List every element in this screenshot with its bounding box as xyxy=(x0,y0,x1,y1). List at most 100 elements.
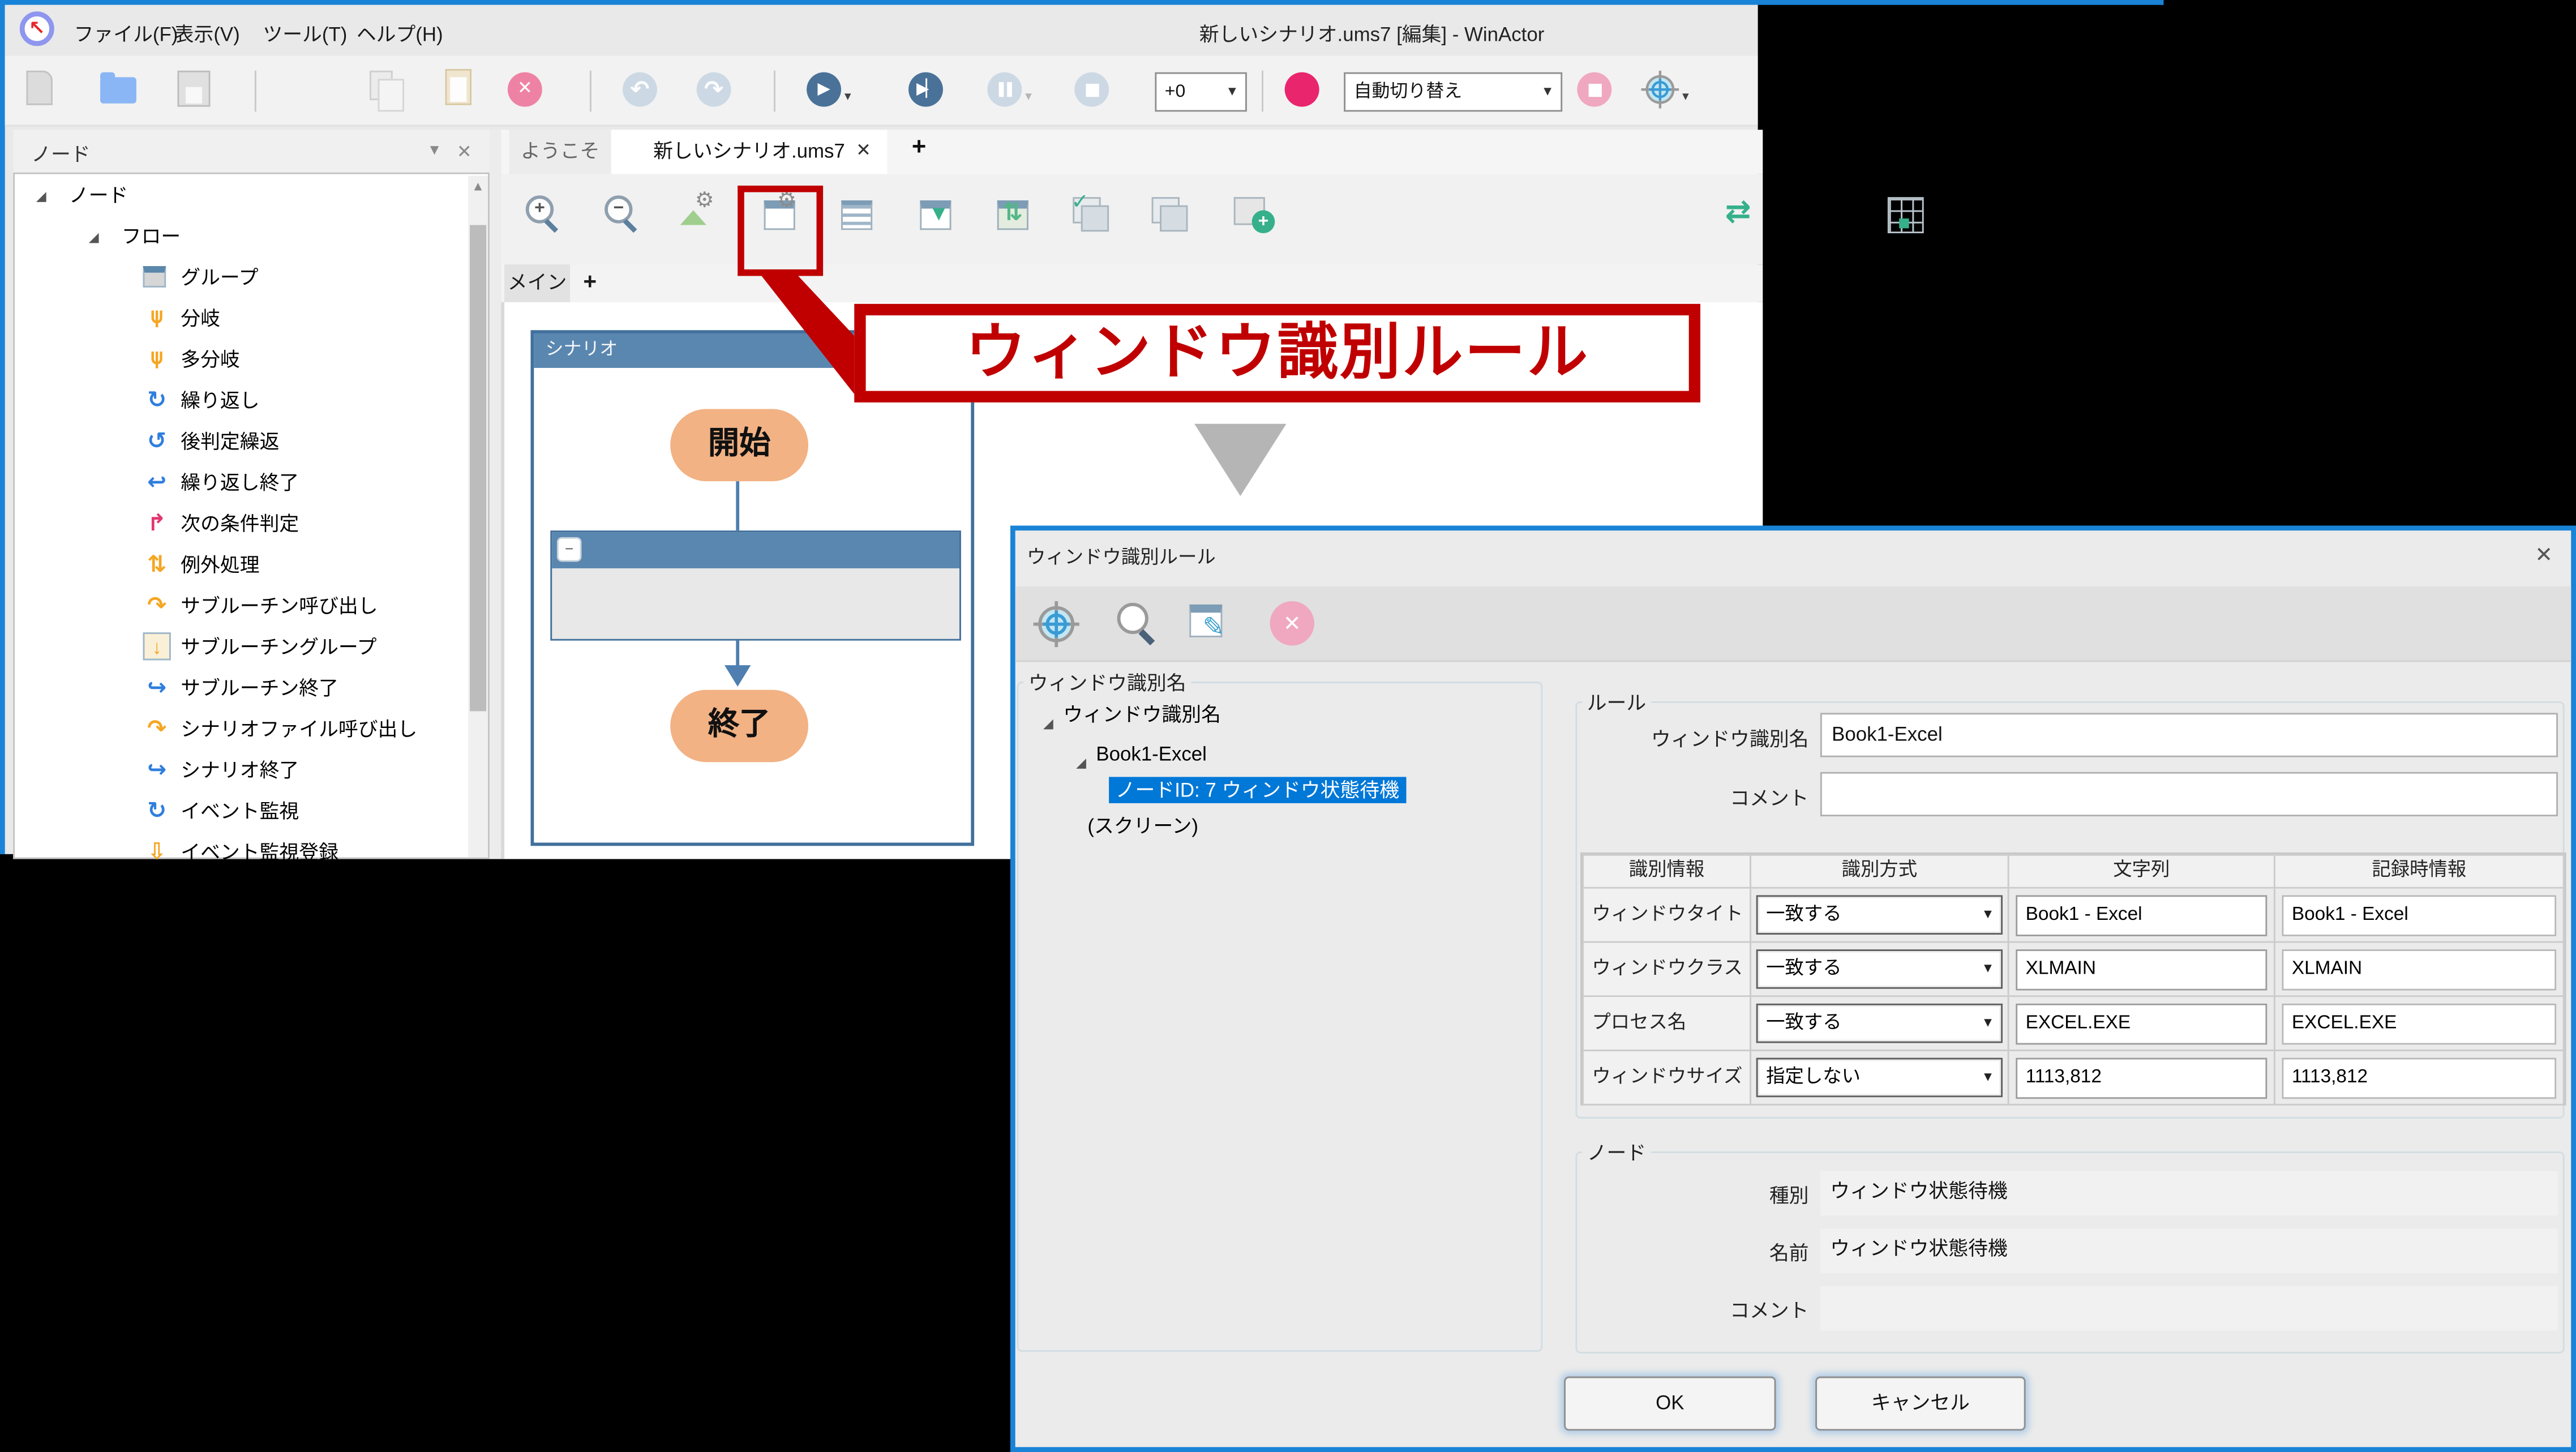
tab-main-sheet[interactable]: メイン xyxy=(504,264,570,302)
tree-item-multi-branch[interactable]: ⋔多分岐 xyxy=(15,340,458,382)
delete-rule-icon[interactable]: ✕ xyxy=(1270,601,1314,645)
method-select[interactable]: 指定しない▼ xyxy=(1756,1058,2003,1098)
stop-icon[interactable] xyxy=(1074,72,1109,107)
record-mode-select[interactable]: 自動切り替え▼ xyxy=(1344,72,1562,112)
paste-icon[interactable] xyxy=(445,69,472,105)
palette-scrollbar[interactable]: ▲ xyxy=(468,175,488,857)
scroll-up-icon[interactable]: ▲ xyxy=(472,179,485,194)
tree-item-flow[interactable]: ◢フロー xyxy=(15,217,458,258)
method-select[interactable]: 一致する▼ xyxy=(1756,1004,2003,1043)
tree-item-loop-end[interactable]: ↩繰り返し終了 xyxy=(15,463,458,504)
expander-icon[interactable]: ◢ xyxy=(89,217,99,258)
record-icon[interactable] xyxy=(1285,72,1319,107)
ok-button[interactable]: OK xyxy=(1564,1377,1776,1431)
tree-item-loop[interactable]: ↻繰り返し xyxy=(15,381,458,422)
panel-splitter[interactable] xyxy=(490,130,501,859)
tree-item-scenario-file-call[interactable]: ↷シナリオファイル呼び出し xyxy=(15,709,458,751)
export-icon[interactable]: ⇅ xyxy=(994,194,1036,236)
tab-scenario-document[interactable]: 新しいシナリオ.ums7 xyxy=(611,130,888,174)
tree-item-subroutine-group[interactable]: ↓サブルーチングループ xyxy=(15,627,458,669)
step-run-icon[interactable]: ▶▏ xyxy=(908,72,943,107)
menu-view[interactable]: 表示(V) xyxy=(174,20,240,48)
flow-group-node[interactable]: − xyxy=(550,530,961,640)
cancel-button[interactable]: キャンセル xyxy=(1815,1377,2026,1431)
tree-item-screen[interactable]: (スクリーン) xyxy=(1087,811,1198,841)
zoom-in-icon[interactable]: + xyxy=(522,194,565,236)
speed-select[interactable]: +0▼ xyxy=(1155,72,1247,112)
tree-item-next-condition[interactable]: ↱次の条件判定 xyxy=(15,504,458,546)
record-stop-icon[interactable] xyxy=(1577,72,1611,107)
target-capture-icon[interactable] xyxy=(1034,601,1079,647)
tree-item-group[interactable]: グループ xyxy=(15,258,458,299)
expander-icon[interactable]: ◢ xyxy=(1076,756,1086,770)
stack-windows-icon[interactable] xyxy=(1150,194,1193,236)
zoom-out-icon[interactable]: − xyxy=(601,194,644,236)
node-type-label: 種別 xyxy=(1575,1181,1808,1209)
target-dropdown-icon[interactable]: ▾ xyxy=(1682,89,1689,104)
import-icon[interactable]: ▼ xyxy=(917,194,959,236)
rule-comment-input[interactable] xyxy=(1820,772,2558,816)
dialog-toolbar: ✎ ✕ xyxy=(1015,586,2571,662)
text-input[interactable]: XLMAIN xyxy=(2016,949,2267,991)
search-icon[interactable] xyxy=(1114,601,1160,647)
text-input[interactable]: 1113,812 xyxy=(2016,1058,2267,1099)
method-select[interactable]: 一致する▼ xyxy=(1756,949,2003,989)
dialog-close-icon[interactable]: ✕ xyxy=(2535,542,2553,568)
text-input[interactable]: EXCEL.EXE xyxy=(2016,1004,2267,1045)
tree-item-book1-excel[interactable]: ◢Book1-Excel xyxy=(1076,739,1207,772)
stop-square xyxy=(1588,83,1601,96)
expander-icon[interactable]: ◢ xyxy=(1043,716,1053,731)
delete-icon[interactable]: ✕ xyxy=(508,72,542,107)
edit-rule-icon[interactable]: ✎ xyxy=(1188,601,1233,647)
rule-name-label: ウィンドウ識別名 xyxy=(1575,725,1808,752)
tree-item-scenario-end[interactable]: ↪シナリオ終了 xyxy=(15,751,458,792)
text-input[interactable]: Book1 - Excel xyxy=(2016,895,2267,936)
tree-item-exception[interactable]: ⇅例外処理 xyxy=(15,545,458,586)
tree-item-post-judge-loop[interactable]: ↺後判定繰返 xyxy=(15,422,458,464)
new-scenario-icon[interactable] xyxy=(26,71,52,105)
scrollbar-thumb[interactable] xyxy=(470,225,486,712)
method-select[interactable]: 一致する▼ xyxy=(1756,895,2003,935)
menu-tools[interactable]: ツール(T) xyxy=(263,20,347,48)
group-node-header[interactable]: − xyxy=(552,532,959,568)
add-window-icon[interactable]: + xyxy=(1232,194,1275,236)
swap-icon[interactable]: ⇄ xyxy=(1725,194,1768,236)
tree-item-root[interactable]: ◢ウィンドウ識別名 xyxy=(1043,700,1221,733)
grid-layout-icon[interactable] xyxy=(1886,194,1928,236)
tab-welcome[interactable]: ようこそ xyxy=(509,130,611,174)
target-capture-icon[interactable] xyxy=(1641,71,1679,109)
run-icon[interactable]: ▶ xyxy=(807,72,841,107)
tab-add-icon[interactable]: + xyxy=(912,133,926,161)
row-label: ウィンドウサイズ xyxy=(1582,1051,1751,1106)
open-scenario-icon[interactable] xyxy=(100,77,136,103)
menu-help[interactable]: ヘルプ(H) xyxy=(357,20,443,48)
start-node[interactable]: 開始 xyxy=(670,409,808,481)
menu-file[interactable]: ファイル(F) xyxy=(74,20,178,48)
redo-icon[interactable]: ↷ xyxy=(697,72,731,107)
tree-item-branch[interactable]: ⋔分岐 xyxy=(15,299,458,340)
image-settings-icon[interactable]: ⚙ xyxy=(679,194,721,236)
tree-item-event-watch[interactable]: ↻イベント監視 xyxy=(15,792,458,833)
undo-icon[interactable]: ↶ xyxy=(623,72,657,107)
property-list-icon[interactable] xyxy=(838,194,880,236)
run-dropdown-icon[interactable]: ▾ xyxy=(845,89,851,104)
panel-menu-icon[interactable]: ▼ xyxy=(427,142,442,158)
tree-item-node-root[interactable]: ◢ノード xyxy=(15,175,458,217)
stack-check-icon[interactable]: ✓ xyxy=(1071,194,1113,236)
tree-item-node-selected[interactable]: ノードID: 7 ウィンドウ状態待機 xyxy=(1109,776,1405,805)
save-scenario-icon[interactable] xyxy=(177,71,210,107)
minimize-icon[interactable]: − xyxy=(557,537,582,562)
expander-icon[interactable]: ◢ xyxy=(36,175,46,217)
pause-icon[interactable] xyxy=(987,72,1022,107)
sheet-add-icon[interactable]: + xyxy=(583,268,597,294)
copy-icon[interactable] xyxy=(370,71,393,100)
tree-item-subroutine-call[interactable]: ↷サブルーチン呼び出し xyxy=(15,586,458,628)
tree-item-event-watch-register[interactable]: ⇩イベント監視登録 xyxy=(15,833,458,874)
title-bar[interactable]: ↖ ファイル(F) 表示(V) ツール(T) ヘルプ(H) 新しいシナリオ.um… xyxy=(5,5,1758,56)
rule-name-input[interactable]: Book1-Excel xyxy=(1820,713,2558,757)
tree-item-subroutine-end[interactable]: ↪サブルーチン終了 xyxy=(15,669,458,710)
tab-close-icon[interactable]: ✕ xyxy=(856,130,871,174)
panel-close-icon[interactable]: ✕ xyxy=(457,142,472,163)
divider xyxy=(1262,71,1263,112)
end-node[interactable]: 終了 xyxy=(670,690,808,763)
